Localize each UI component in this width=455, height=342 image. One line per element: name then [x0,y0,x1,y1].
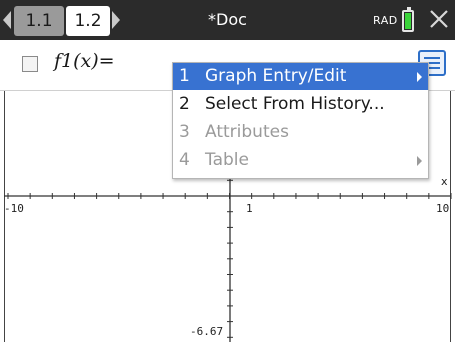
menu-item-label: Table [205,150,249,170]
menu-item-number: 1 [179,66,190,86]
menu-item-table: 4 Table [173,147,428,174]
menu-item-number: 2 [179,94,190,114]
x-min-label: -10 [4,202,24,215]
function-label: f1(x)= [54,50,115,72]
tab-1-1[interactable]: 1.1 [14,6,64,36]
y-max-label: 1 [246,202,253,215]
top-bar: 1.1 1.2 *Doc RAD [0,0,455,40]
menu-item-label: Select From History... [205,94,385,114]
angle-mode-indicator: RAD [373,14,398,27]
page-back-arrow-icon[interactable] [3,11,11,29]
context-menu: 1 Graph Entry/Edit 2 Select From History… [172,62,429,179]
document-title: *Doc [208,10,247,29]
page-forward-arrow-icon[interactable] [112,11,120,29]
menu-item-number: 4 [179,150,190,170]
x-axis-label: x [441,175,448,188]
menu-item-graph-entry-edit[interactable]: 1 Graph Entry/Edit [173,63,428,90]
function-checkbox[interactable] [22,56,38,72]
battery-icon [402,7,414,32]
menu-item-label: Graph Entry/Edit [205,66,347,86]
menu-item-select-from-history[interactable]: 2 Select From History... [173,91,428,118]
menu-item-attributes: 3 Attributes [173,119,428,146]
x-max-label: 10 [436,202,449,215]
close-icon[interactable] [428,8,450,30]
submenu-arrow-icon [417,156,422,166]
y-min-label: -6.67 [190,325,223,338]
tab-1-2[interactable]: 1.2 [66,6,110,36]
menu-item-label: Attributes [205,122,289,142]
submenu-arrow-icon [417,72,422,82]
menu-item-number: 3 [179,122,190,142]
